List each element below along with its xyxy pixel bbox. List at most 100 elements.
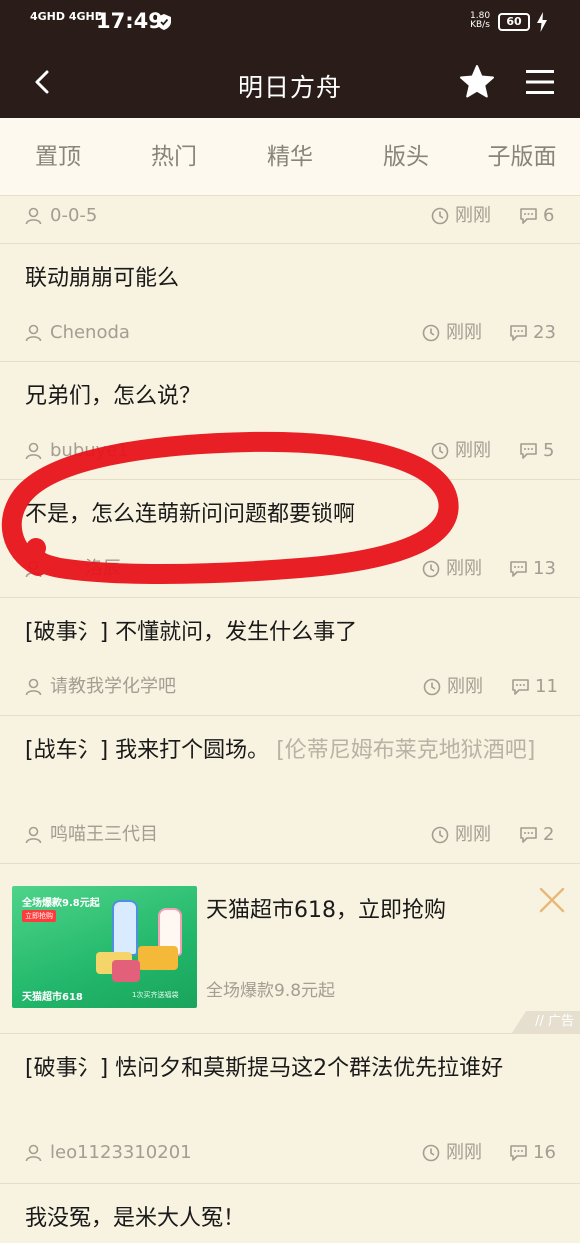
post-title-text: 不懂就问，发生什么事了 bbox=[115, 620, 358, 645]
post-time: 刚刚 bbox=[455, 824, 491, 845]
post-meta: leo1123310201 刚刚 16 bbox=[25, 1140, 556, 1166]
clock-icon bbox=[431, 442, 449, 460]
user-icon bbox=[25, 324, 42, 342]
ad-image-badge: 立即抢购 bbox=[22, 910, 56, 922]
user-icon bbox=[25, 678, 42, 696]
status-bar: 4GHD 4GHD 17:49 1.80 KB/s 60 bbox=[0, 0, 580, 46]
list-item[interactable]: 兄弟们，怎么说？ bubuye1 刚刚 5 bbox=[0, 362, 580, 480]
tab-pinned[interactable]: 置顶 bbox=[0, 118, 116, 195]
post-meta: Chenoda 刚刚 23 bbox=[25, 320, 556, 346]
comment-icon bbox=[520, 208, 537, 224]
ad-image-note: 1次买齐送福袋 bbox=[132, 991, 179, 999]
list-item[interactable]: [破事氵] 怯问夕和莫斯提马这2个群法优先拉谁好 leo1123310201 刚… bbox=[0, 1034, 580, 1184]
post-title-text: 我来打个圆场。 bbox=[115, 738, 270, 763]
tab-header[interactable]: 版头 bbox=[348, 118, 464, 195]
post-time: 刚刚 bbox=[455, 205, 491, 226]
title-bar: 明日方舟 bbox=[0, 46, 580, 118]
post-title[interactable]: [破事氵] 不懂就问，发生什么事了 bbox=[25, 616, 560, 650]
post-author[interactable]: 请教我学化学吧 bbox=[50, 674, 176, 700]
clock-icon bbox=[423, 678, 441, 696]
post-author[interactable]: leo1123310201 bbox=[50, 1140, 192, 1166]
shield-icon bbox=[157, 14, 171, 30]
post-title-text: 怯问夕和莫斯提马这2个群法优先拉谁好 bbox=[115, 1056, 504, 1081]
post-title[interactable]: 不是，怎么连萌新问问题都要锁啊 bbox=[25, 498, 560, 532]
ad-image-brand: 天猫超市618 bbox=[22, 992, 83, 1003]
ad-image-headline: 全场爆款9.8元起 bbox=[22, 898, 100, 909]
list-item[interactable]: 0-0-5 刚刚 6 bbox=[0, 196, 580, 244]
user-icon bbox=[25, 826, 42, 844]
tab-featured[interactable]: 精华 bbox=[232, 118, 348, 195]
list-item[interactable]: [战车氵] 我来打个圆场。 [伦蒂尼姆布莱克地狱酒吧] 鸣喵王三代目 刚刚 2 bbox=[0, 716, 580, 864]
list-item[interactable]: 不是，怎么连萌新问问题都要锁啊 洛辰 刚刚 13 bbox=[0, 480, 580, 598]
clock-icon bbox=[431, 207, 449, 225]
comment-icon bbox=[520, 827, 537, 843]
post-title[interactable]: 我没冤，是米大人冤！ bbox=[25, 1202, 560, 1236]
network-speed: 1.80 KB/s bbox=[470, 11, 491, 30]
comment-icon bbox=[510, 1145, 527, 1161]
favorite-star-icon[interactable] bbox=[459, 64, 495, 100]
tab-subboards[interactable]: 子版面 bbox=[464, 118, 580, 195]
user-icon bbox=[25, 207, 42, 225]
product-box bbox=[138, 946, 178, 970]
post-time: 刚刚 bbox=[447, 676, 483, 697]
close-icon[interactable] bbox=[538, 886, 566, 914]
comment-icon bbox=[510, 561, 527, 577]
post-author[interactable]: bubuye1 bbox=[50, 438, 129, 464]
post-title[interactable]: 兄弟们，怎么说？ bbox=[25, 380, 560, 414]
post-time: 刚刚 bbox=[446, 322, 482, 343]
user-icon bbox=[25, 560, 42, 578]
post-meta: 鸣喵王三代目 刚刚 2 bbox=[25, 822, 555, 848]
post-time: 刚刚 bbox=[446, 1142, 482, 1163]
post-author[interactable]: 洛辰 bbox=[85, 556, 121, 582]
post-author[interactable]: Chenoda bbox=[50, 320, 130, 346]
post-meta: bubuye1 刚刚 5 bbox=[25, 438, 555, 464]
comment-count: 16 bbox=[533, 1142, 556, 1163]
comment-icon bbox=[520, 443, 537, 459]
comment-count: 13 bbox=[533, 558, 556, 579]
post-title[interactable]: [破事氵] 怯问夕和莫斯提马这2个群法优先拉谁好 bbox=[25, 1052, 560, 1086]
post-tag: [战车氵] bbox=[25, 738, 109, 763]
comment-count: 11 bbox=[535, 676, 558, 697]
ad-title[interactable]: 天猫超市618，立即抢购 bbox=[206, 892, 446, 924]
post-title[interactable]: [战车氵] 我来打个圆场。 [伦蒂尼姆布莱克地狱酒吧] bbox=[25, 734, 560, 768]
post-tag: [破事氵] bbox=[25, 620, 109, 645]
battery-indicator: 60 bbox=[498, 13, 530, 31]
clock-icon bbox=[422, 560, 440, 578]
post-author[interactable]: 0-0-5 bbox=[50, 203, 97, 229]
product-bottle bbox=[112, 900, 138, 956]
comment-count: 5 bbox=[543, 440, 555, 461]
post-tag: [破事氵] bbox=[25, 1056, 109, 1081]
post-list: 0-0-5 刚刚 6 联动崩崩可能么 Chenoda 刚刚 23 兄弟们，怎么说… bbox=[0, 196, 580, 1243]
product-box bbox=[112, 960, 140, 982]
status-time: 17:49 bbox=[96, 9, 163, 33]
list-item[interactable]: 联动崩崩可能么 Chenoda 刚刚 23 bbox=[0, 244, 580, 362]
comment-icon bbox=[510, 325, 527, 341]
menu-icon[interactable] bbox=[524, 66, 556, 98]
list-item[interactable]: [破事氵] 不懂就问，发生什么事了 请教我学化学吧 刚刚 11 bbox=[0, 598, 580, 716]
clock-icon bbox=[422, 1144, 440, 1162]
post-meta: 0-0-5 刚刚 6 bbox=[25, 203, 555, 229]
post-meta: 洛辰 刚刚 13 bbox=[25, 556, 556, 582]
post-author[interactable]: 鸣喵王三代目 bbox=[50, 822, 158, 848]
post-time: 刚刚 bbox=[455, 440, 491, 461]
signal-indicator: 4GHD 4GHD bbox=[30, 10, 104, 23]
post-time: 刚刚 bbox=[446, 558, 482, 579]
comment-count: 2 bbox=[543, 824, 555, 845]
comment-icon bbox=[512, 679, 529, 695]
list-item[interactable]: 我没冤，是米大人冤！ bbox=[0, 1184, 580, 1243]
ad-label: // 广告 bbox=[512, 1011, 580, 1033]
user-icon bbox=[25, 442, 42, 460]
tab-bar: 置顶 热门 精华 版头 子版面 bbox=[0, 118, 580, 196]
post-title[interactable]: 联动崩崩可能么 bbox=[25, 262, 560, 296]
post-board[interactable]: [伦蒂尼姆布莱克地狱酒吧] bbox=[276, 738, 535, 763]
clock-icon bbox=[422, 324, 440, 342]
comment-count: 6 bbox=[543, 205, 555, 226]
ad-subtitle: 全场爆款9.8元起 bbox=[206, 981, 336, 1001]
tab-hot[interactable]: 热门 bbox=[116, 118, 232, 195]
post-meta: 请教我学化学吧 刚刚 11 bbox=[25, 674, 558, 700]
comment-count: 23 bbox=[533, 322, 556, 343]
clock-icon bbox=[431, 826, 449, 844]
ad-banner[interactable]: 全场爆款9.8元起 立即抢购 天猫超市618 1次买齐送福袋 天猫超市618，立… bbox=[0, 864, 580, 1034]
user-icon bbox=[25, 1144, 42, 1162]
ad-image[interactable]: 全场爆款9.8元起 立即抢购 天猫超市618 1次买齐送福袋 bbox=[12, 886, 197, 1008]
